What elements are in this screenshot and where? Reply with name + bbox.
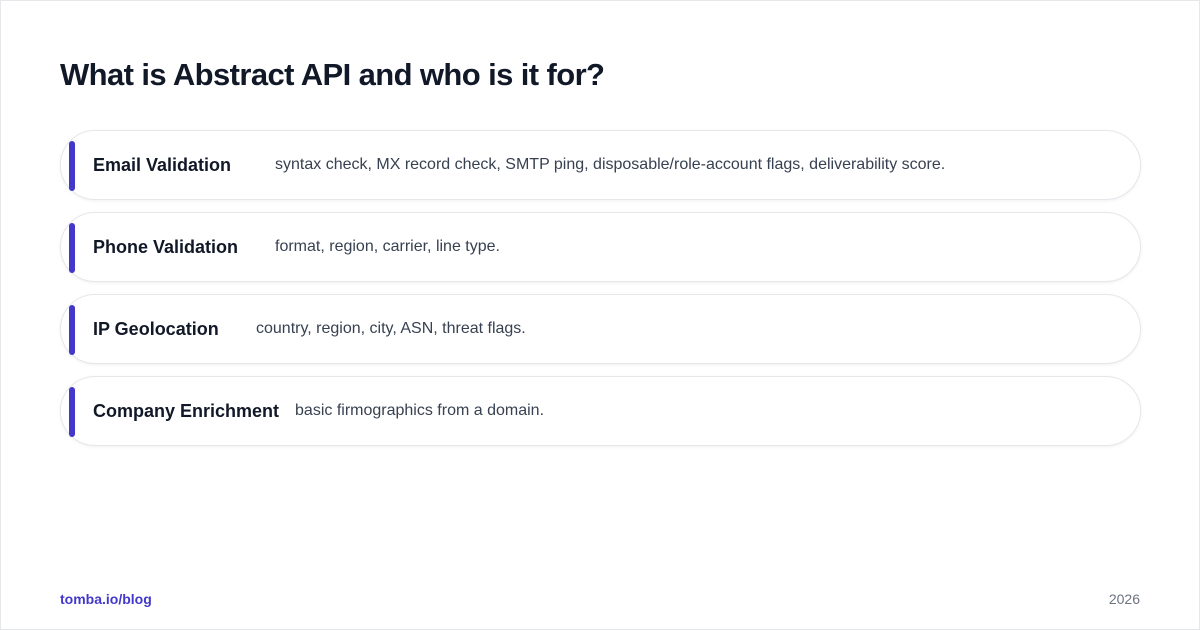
feature-label: IP Geolocation bbox=[93, 318, 219, 339]
feature-description: format, region, carrier, line type. bbox=[275, 238, 500, 255]
feature-description: syntax check, MX record check, SMTP ping… bbox=[275, 156, 946, 173]
accent-bar bbox=[69, 305, 75, 355]
page-title: What is Abstract API and who is it for? bbox=[60, 57, 605, 92]
source-link[interactable]: tomba.io/blog bbox=[60, 591, 152, 607]
accent-bar bbox=[69, 387, 75, 437]
feature-label: Email Validation bbox=[93, 154, 232, 175]
feature-row-company-enrichment: Company Enrichment basic firmographics f… bbox=[60, 376, 1141, 446]
feature-row-phone-validation: Phone Validation format, region, carrier… bbox=[60, 212, 1141, 282]
feature-label: Company Enrichment bbox=[93, 400, 280, 421]
feature-row-email-validation: Email Validation syntax check, MX record… bbox=[60, 130, 1141, 200]
feature-list: Email Validation syntax check, MX record… bbox=[60, 130, 1141, 458]
feature-description: basic firmographics from a domain. bbox=[295, 402, 545, 419]
accent-bar bbox=[69, 141, 75, 191]
slide-card: What is Abstract API and who is it for? … bbox=[0, 0, 1200, 630]
feature-description: country, region, city, ASN, threat flags… bbox=[256, 320, 526, 337]
feature-label: Phone Validation bbox=[93, 236, 239, 257]
accent-bar bbox=[69, 223, 75, 273]
year-label: 2026 bbox=[1108, 591, 1140, 607]
feature-row-ip-geolocation: IP Geolocation country, region, city, AS… bbox=[60, 294, 1141, 364]
